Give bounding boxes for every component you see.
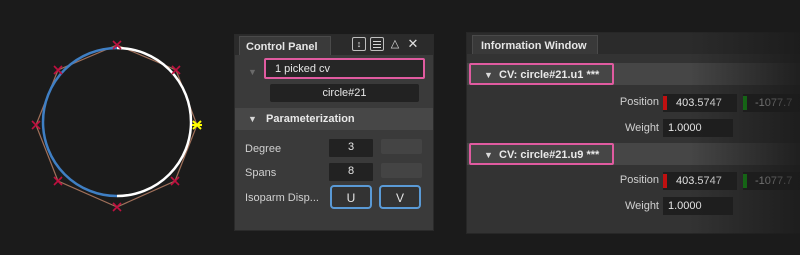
position-label: Position [619, 96, 659, 108]
weight-field[interactable]: 1.0000 [663, 197, 733, 215]
y-axis-marker [743, 96, 747, 110]
chevron-down-icon[interactable]: ▼ [248, 114, 257, 124]
weight-label: Weight [624, 122, 659, 134]
parameterization-section-header[interactable]: Parameterization [235, 108, 433, 130]
position-y-field[interactable]: -1077.7 [743, 94, 800, 112]
position-y-field[interactable]: -1077.7 [743, 172, 800, 190]
isoparm-label: Isoparm Disp... [245, 192, 319, 204]
x-axis-marker [663, 96, 667, 110]
position-label: Position [619, 174, 659, 186]
split-icon[interactable]: ↕ [352, 37, 366, 51]
curve-blue-segment [41, 46, 118, 198]
position-y-value: -1077.7 [755, 175, 793, 187]
weight-label: Weight [624, 200, 659, 212]
cv-name: CV: circle#21.u1 *** [499, 69, 600, 81]
curve-canvas[interactable] [0, 0, 228, 255]
degree-label: Degree [245, 143, 282, 155]
cv-name-label[interactable]: ▼ CV: circle#21.u1 *** [469, 63, 614, 85]
cv-markers[interactable] [31, 40, 181, 212]
spans-field[interactable]: 8 [329, 163, 373, 181]
chevron-down-icon[interactable]: ▼ [484, 70, 493, 80]
information-window-tab[interactable]: Information Window [472, 35, 598, 54]
cv-name: CV: circle#21.u9 *** [499, 149, 600, 161]
position-x-field[interactable]: 403.5747 [663, 172, 737, 190]
cv-name-label[interactable]: ▼ CV: circle#21.u9 *** [469, 143, 614, 165]
v-button[interactable]: V [379, 185, 421, 209]
up-triangle-icon[interactable]: △ [388, 37, 402, 51]
position-x-value: 403.5747 [676, 175, 722, 187]
degree-field[interactable]: 3 [329, 139, 373, 157]
object-name-field[interactable]: circle#21 [270, 84, 419, 102]
spans-label: Spans [245, 167, 277, 179]
spans-slider[interactable] [381, 163, 422, 178]
degree-slider[interactable] [381, 139, 422, 154]
y-axis-marker [743, 174, 747, 188]
viewport[interactable] [0, 0, 228, 255]
x-axis-marker [663, 174, 667, 188]
chevron-down-icon[interactable]: ▼ [484, 150, 493, 160]
position-x-field[interactable]: 403.5747 [663, 94, 737, 112]
selected-cv-marker[interactable] [192, 120, 202, 130]
position-y-value: -1077.7 [755, 97, 793, 109]
picked-cv-field[interactable]: 1 picked cv [264, 58, 425, 79]
weight-field[interactable]: 1.0000 [663, 119, 733, 137]
close-icon[interactable]: ✕ [406, 37, 420, 51]
curve-white-segment [116, 46, 193, 198]
chevron-down-icon[interactable]: ▼ [248, 67, 257, 77]
control-panel-tabbar: Control Panel ↕ △ ✕ [235, 35, 433, 55]
control-panel-tab[interactable]: Control Panel [239, 36, 331, 55]
position-x-value: 403.5747 [676, 97, 722, 109]
list-icon[interactable] [370, 37, 384, 51]
information-window-tabbar: Information Window [467, 33, 800, 54]
u-button[interactable]: U [330, 185, 372, 209]
